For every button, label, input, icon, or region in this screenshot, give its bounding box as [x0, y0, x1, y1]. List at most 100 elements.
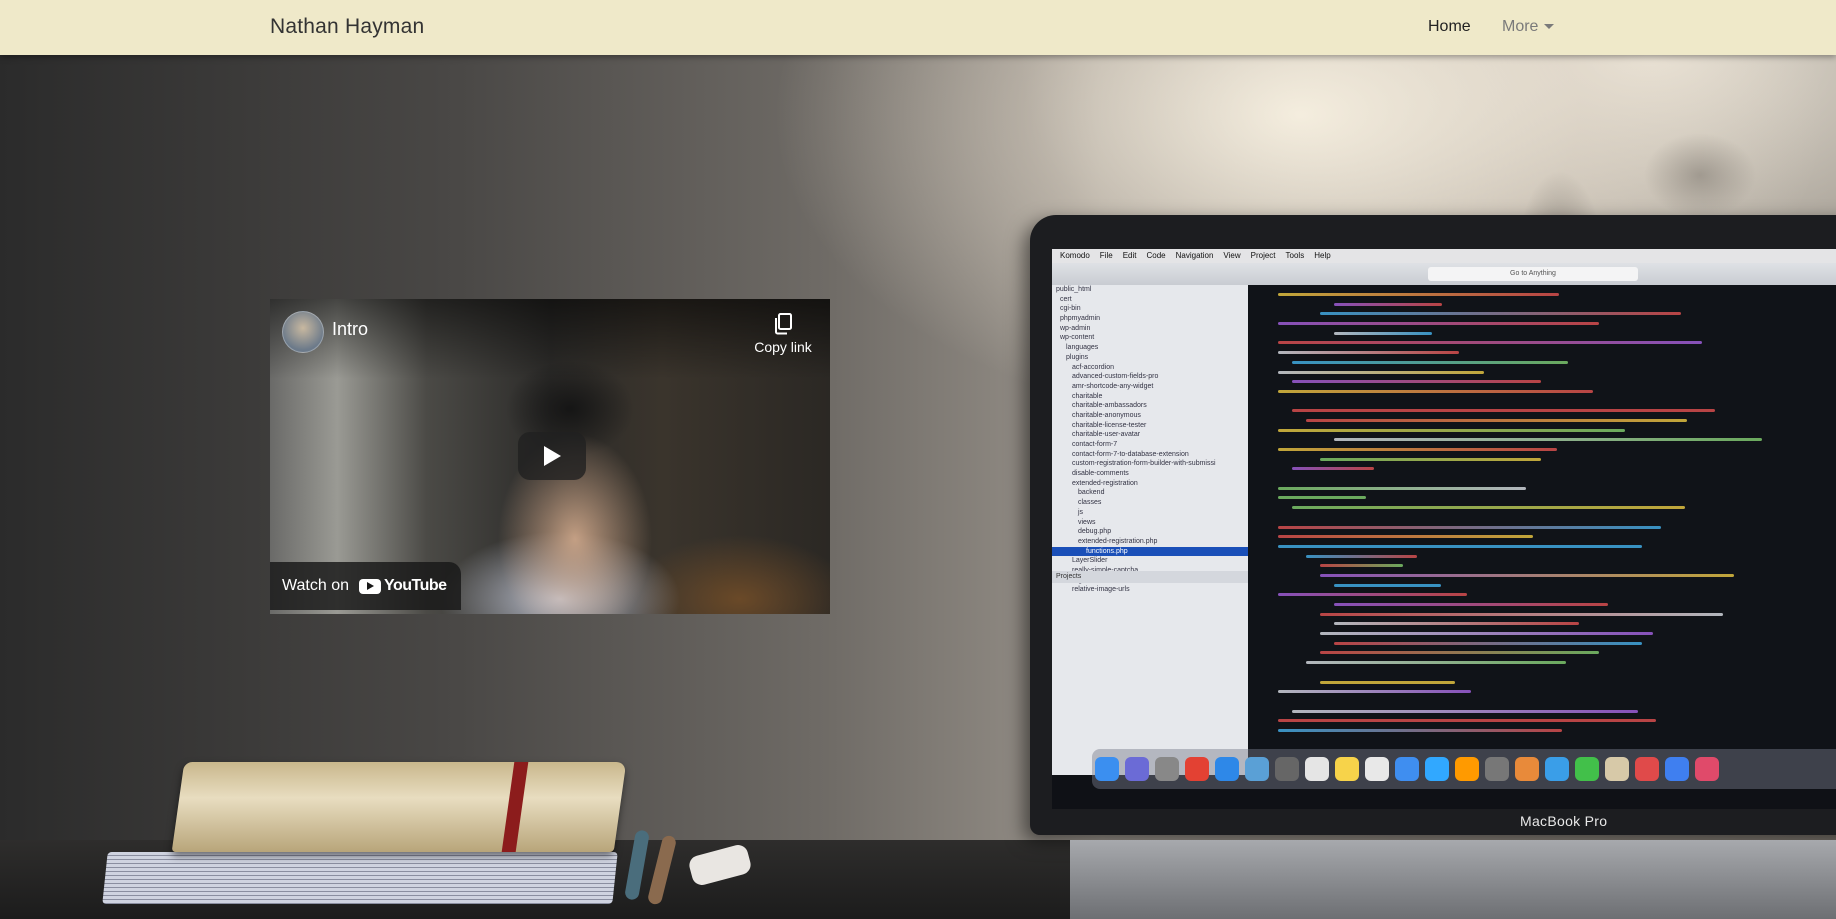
file-tree-item: backend: [1078, 489, 1105, 497]
code-line: [1334, 302, 1442, 306]
editor-toolbar: Go to Anything: [1052, 263, 1836, 285]
brand-link[interactable]: Nathan Hayman: [270, 15, 424, 39]
mac-menubar: Komodo File Edit Code Navigation View Project T…: [1052, 249, 1836, 263]
code-line: [1320, 573, 1734, 577]
code-line: [1278, 428, 1625, 432]
mac-menu-item: Code: [1146, 251, 1166, 260]
dock-app-icon: [1425, 757, 1449, 781]
page: Komodo File Edit Code Navigation View Project T…: [0, 0, 1836, 919]
code-line: [1320, 651, 1599, 655]
code-line: [1278, 535, 1533, 539]
code-line: [1278, 690, 1471, 694]
play-button[interactable]: [518, 432, 586, 480]
dock-app-icon: [1605, 757, 1629, 781]
code-line: [1278, 593, 1467, 597]
code-line: [1320, 564, 1403, 568]
caret-down-icon: [1544, 24, 1555, 30]
video-title[interactable]: Intro: [332, 319, 368, 340]
file-tree-item: wp-content: [1060, 334, 1095, 342]
file-tree-item: plugins: [1066, 353, 1089, 361]
dock-app-icon: [1245, 757, 1269, 781]
code-line: [1292, 360, 1568, 364]
notebook-band: [501, 762, 529, 852]
play-icon: [544, 446, 561, 466]
file-tree-item: classes: [1078, 499, 1102, 507]
file-tree-item: extended-registration: [1072, 479, 1138, 487]
code-line: [1292, 467, 1374, 471]
goto-anything-field: Go to Anything: [1428, 267, 1638, 281]
file-tree-item: charitable-license-tester: [1072, 421, 1147, 429]
copy-link-label: Copy link: [754, 339, 812, 355]
file-tree-item: views: [1078, 518, 1096, 526]
nav-dropdown-more[interactable]: More: [1502, 18, 1555, 36]
navbar: Nathan Hayman Home More: [0, 0, 1836, 55]
file-tree-item: contact-form-7-to-database-extension: [1072, 450, 1189, 458]
laptop-keyboard: [1070, 840, 1836, 919]
dock-app-icon: [1575, 757, 1599, 781]
projects-panel-label: Projects: [1052, 571, 1248, 583]
dock-app-icon: [1665, 757, 1689, 781]
mac-menu-item: Komodo: [1060, 251, 1090, 260]
code-line: [1292, 709, 1638, 713]
file-tree-item: public_html: [1056, 286, 1092, 293]
code-line: [1320, 612, 1723, 616]
code-line: [1320, 312, 1681, 316]
code-line: [1278, 719, 1656, 723]
code-line: [1278, 322, 1599, 326]
file-tree-item: LayerSlider: [1072, 557, 1108, 565]
code-line: [1278, 525, 1661, 529]
file-tree-item: advanced-custom-fields-pro: [1072, 373, 1159, 381]
copy-link-button[interactable]: Copy link: [748, 313, 818, 357]
dock-app-icon: [1275, 757, 1299, 781]
dock-app-icon: [1695, 757, 1719, 781]
dock-app-icon: [1485, 757, 1509, 781]
notebook-top: [171, 762, 627, 852]
macbook-label: MacBook Pro: [1520, 813, 1608, 829]
dock-app-icon: [1155, 757, 1179, 781]
file-tree-item: cert: [1060, 295, 1072, 303]
copy-icon: [775, 313, 792, 335]
file-tree-item: disable-comments: [1072, 470, 1129, 478]
code-line: [1334, 641, 1642, 645]
dock-app-icon: [1095, 757, 1119, 781]
mac-menu-item: Edit: [1122, 251, 1137, 260]
code-line: [1320, 632, 1653, 636]
youtube-embed[interactable]: Intro Copy link Watch on YouTube: [270, 299, 830, 614]
code-line: [1334, 603, 1608, 606]
code-line: [1320, 680, 1455, 684]
code-line: [1320, 457, 1541, 461]
mac-dock: [1092, 749, 1836, 789]
file-tree-item: charitable: [1072, 392, 1103, 400]
file-tree-item: functions.php: [1052, 546, 1248, 557]
file-tree-item: charitable-ambassadors: [1072, 402, 1147, 410]
file-tree-item: phpmyadmin: [1060, 315, 1101, 323]
code-line: [1334, 583, 1441, 587]
code-line: [1278, 448, 1557, 451]
file-tree-item: charitable-anonymous: [1072, 411, 1141, 419]
laptop: Komodo File Edit Code Navigation View Project T…: [1030, 215, 1836, 835]
file-tree-item: relative-image-urls: [1072, 586, 1130, 594]
channel-avatar[interactable]: [282, 311, 324, 353]
code-line: [1292, 380, 1541, 384]
code-line: [1292, 409, 1715, 413]
editor-file-tree: public_htmlcert cgi-bin phpmyadmin wp-admin…: [1052, 285, 1248, 775]
file-tree-item: amr-shortcode-any-widget: [1072, 382, 1154, 390]
code-line: [1334, 438, 1762, 442]
watch-on-youtube-button[interactable]: Watch on YouTube: [270, 562, 461, 610]
code-line: [1278, 496, 1366, 500]
file-tree-item: acf-accordion: [1072, 363, 1115, 371]
dock-app-icon: [1305, 757, 1329, 781]
file-tree-item: js: [1078, 508, 1084, 516]
file-tree-item: cgi-bin: [1060, 305, 1081, 313]
file-tree-item: wp-admin: [1060, 324, 1091, 332]
mac-menu-item: File: [1099, 251, 1113, 260]
mac-menu-item: Navigation: [1175, 251, 1214, 260]
file-tree-item: contact-form-7: [1072, 441, 1118, 448]
youtube-wordmark: YouTube: [384, 577, 447, 594]
dock-app-icon: [1545, 757, 1569, 781]
dock-app-icon: [1635, 757, 1659, 781]
nav-link-home[interactable]: Home: [1428, 18, 1471, 36]
code-line: [1278, 389, 1593, 393]
youtube-play-icon: [359, 578, 381, 594]
code-line: [1306, 554, 1417, 558]
